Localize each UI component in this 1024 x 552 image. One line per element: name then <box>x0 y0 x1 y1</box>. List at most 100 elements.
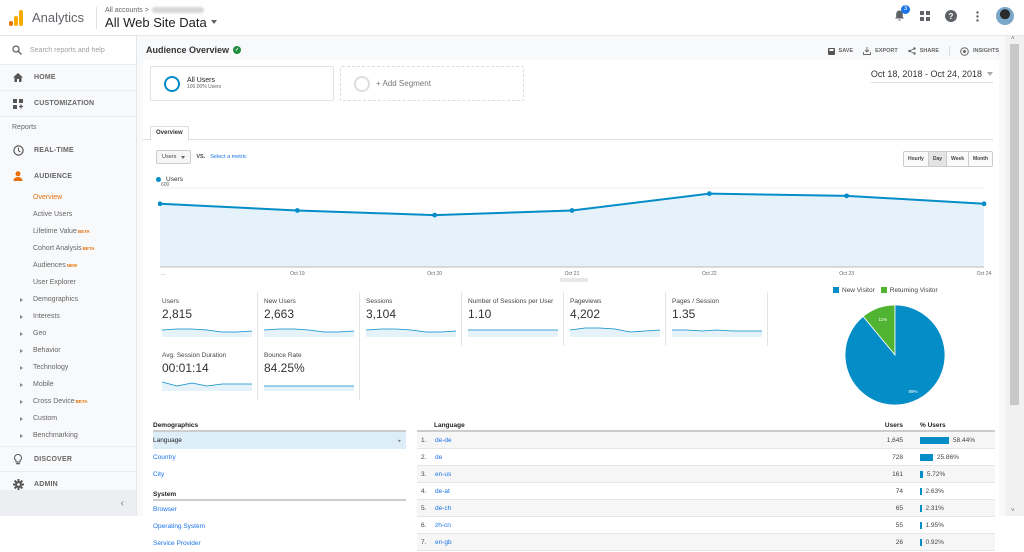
sidebar-item-technology[interactable]: Technology <box>0 359 136 376</box>
export-button[interactable]: EXPORT <box>863 47 898 55</box>
data-point[interactable] <box>844 193 850 199</box>
sidebar-item-cross-device[interactable]: Cross Device BETA <box>0 393 136 410</box>
nav-audience[interactable]: AUDIENCE <box>0 163 136 189</box>
pie-legend-returning[interactable]: Returning Visitor <box>880 287 938 294</box>
x-tick-label: Oct 19 <box>290 271 305 277</box>
sidebar-item-audiences[interactable]: Audiences NEW <box>0 257 136 274</box>
data-point[interactable] <box>981 201 987 207</box>
scorecard-label: Sessions <box>366 298 393 305</box>
scroll-up-icon[interactable]: ˄ <box>1011 36 1015 42</box>
scorecard-avg-session-duration[interactable]: Avg. Session Duration 00:01:14 <box>156 346 258 400</box>
nav-customization[interactable]: CUSTOMIZATION <box>0 91 136 117</box>
row-language-link[interactable]: de <box>435 454 442 461</box>
save-button[interactable]: SAVE <box>827 47 853 55</box>
search-input[interactable]: Search reports and help <box>30 47 105 54</box>
sidebar-item-behavior[interactable]: Behavior <box>0 342 136 359</box>
sidebar-item-cohort-analysis[interactable]: Cohort Analysis BETA <box>0 240 136 257</box>
granularity-week[interactable]: Week <box>946 152 968 166</box>
sidebar-item-label: Cross Device <box>33 398 75 405</box>
row-language-link[interactable]: de-ch <box>435 505 451 512</box>
scorecard-pageviews[interactable]: Pageviews 4,202 <box>564 292 666 346</box>
segment-all-users[interactable]: All Users 100.00% Users <box>150 66 334 101</box>
dimension-city[interactable]: City <box>153 466 406 483</box>
dimension-label: Country <box>153 454 176 461</box>
scorecard-value: 00:01:14 <box>162 361 209 375</box>
share-button[interactable]: SHARE <box>908 47 939 55</box>
avatar[interactable] <box>996 7 1014 25</box>
data-point[interactable] <box>432 212 438 218</box>
row-language-link[interactable]: zh-cn <box>435 522 451 529</box>
sidebar-item-label: Geo <box>33 330 47 337</box>
granularity-hourly[interactable]: Hourly <box>903 152 928 166</box>
pie-legend-new[interactable]: New Visitor <box>833 287 875 294</box>
help-icon[interactable]: ? <box>944 9 958 23</box>
clock-icon <box>12 144 24 156</box>
nav-home[interactable]: HOME <box>0 65 136 91</box>
scorecard-number-of-sessions-per-user[interactable]: Number of Sessions per User 1.10 <box>462 292 564 346</box>
dimension-service-provider[interactable]: Service Provider <box>153 535 406 552</box>
nav-discover[interactable]: DISCOVER <box>0 446 136 472</box>
scorecard-label: Pages / Session <box>672 298 719 305</box>
pie-label: 11% <box>878 317 887 322</box>
account-selector[interactable]: All accounts > All Web Site Data <box>105 7 217 29</box>
sidebar-item-geo[interactable]: Geo <box>0 325 136 342</box>
tab-overview[interactable]: Overview <box>150 126 189 141</box>
dimension-browser[interactable]: Browser <box>153 501 406 518</box>
row-language-link[interactable]: en-us <box>435 471 451 478</box>
granularity-month[interactable]: Month <box>968 152 992 166</box>
data-point[interactable] <box>706 191 712 197</box>
sidebar-item-active-users[interactable]: Active Users <box>0 206 136 223</box>
scorecard-sessions[interactable]: Sessions 3,104 <box>360 292 462 346</box>
dimension-group-title: System <box>153 489 406 501</box>
sidebar-item-user-explorer[interactable]: User Explorer <box>0 274 136 291</box>
scorecard-pages-session[interactable]: Pages / Session 1.35 <box>666 292 768 346</box>
page-title: Audience Overview ✓ <box>146 45 242 55</box>
row-language-link[interactable]: de-de <box>435 437 452 444</box>
dimension-language[interactable]: Language ▸ <box>153 432 406 449</box>
insights-button[interactable]: INSIGHTS <box>960 46 999 56</box>
nav-realtime[interactable]: REAL-TIME <box>0 137 136 163</box>
sidebar-item-lifetime-value[interactable]: Lifetime Value BETA <box>0 223 136 240</box>
scroll-down-icon[interactable]: ˅ <box>1011 508 1015 514</box>
row-rank: 6. <box>421 521 427 529</box>
data-point[interactable] <box>294 208 300 213</box>
chart-resize-handle[interactable] <box>560 278 588 282</box>
expand-triangle-icon <box>20 331 23 336</box>
scorecard-new-users[interactable]: New Users 2,663 <box>258 292 360 346</box>
analytics-logo-icon <box>9 9 23 26</box>
header-divider <box>96 6 98 29</box>
notifications-icon[interactable]: 3 <box>892 5 910 23</box>
search-reports[interactable]: Search reports and help <box>0 36 136 65</box>
sidebar-item-demographics[interactable]: Demographics <box>0 291 136 308</box>
pie-slice-new-visitor[interactable] <box>844 304 946 406</box>
collapse-sidebar-button[interactable]: ‹ <box>0 490 136 516</box>
sidebar-item-custom[interactable]: Custom <box>0 410 136 427</box>
row-language-link[interactable]: en-gb <box>435 539 452 546</box>
apps-grid-icon[interactable] <box>918 9 932 23</box>
view-name[interactable]: All Web Site Data <box>105 16 207 29</box>
date-range-picker[interactable]: Oct 18, 2018 - Oct 24, 2018 <box>870 69 993 83</box>
insights-label: INSIGHTS <box>973 48 999 54</box>
sidebar-item-interests[interactable]: Interests <box>0 308 136 325</box>
dimension-country[interactable]: Country <box>153 449 406 466</box>
sidebar-item-mobile[interactable]: Mobile <box>0 376 136 393</box>
scorecard-value: 3,104 <box>366 307 397 321</box>
breadcrumb[interactable]: All accounts > <box>105 7 149 14</box>
dimension-operating-system[interactable]: Operating System <box>153 518 406 535</box>
more-vert-icon[interactable] <box>970 9 984 23</box>
dimension-label: City <box>153 471 165 478</box>
metric-select[interactable]: Users <box>156 150 192 164</box>
row-language-link[interactable]: de-at <box>435 488 450 495</box>
sidebar-item-benchmarking[interactable]: Benchmarking <box>0 427 136 444</box>
page-scrollbar[interactable]: ˄ ˅ <box>1005 36 1024 516</box>
scorecard-users[interactable]: Users 2,815 <box>156 292 258 346</box>
sidebar-item-overview[interactable]: Overview <box>0 189 136 206</box>
area-fill <box>160 193 984 267</box>
select-metric-link[interactable]: Select a metric <box>210 154 246 160</box>
scrollbar-thumb[interactable] <box>1010 44 1019 405</box>
scorecard-bounce-rate[interactable]: Bounce Rate 84.25% <box>258 346 360 400</box>
row-rank: 1. <box>421 436 427 444</box>
data-point[interactable] <box>569 208 575 213</box>
add-segment-button[interactable]: + Add Segment <box>340 66 524 101</box>
granularity-day[interactable]: Day <box>927 152 947 166</box>
